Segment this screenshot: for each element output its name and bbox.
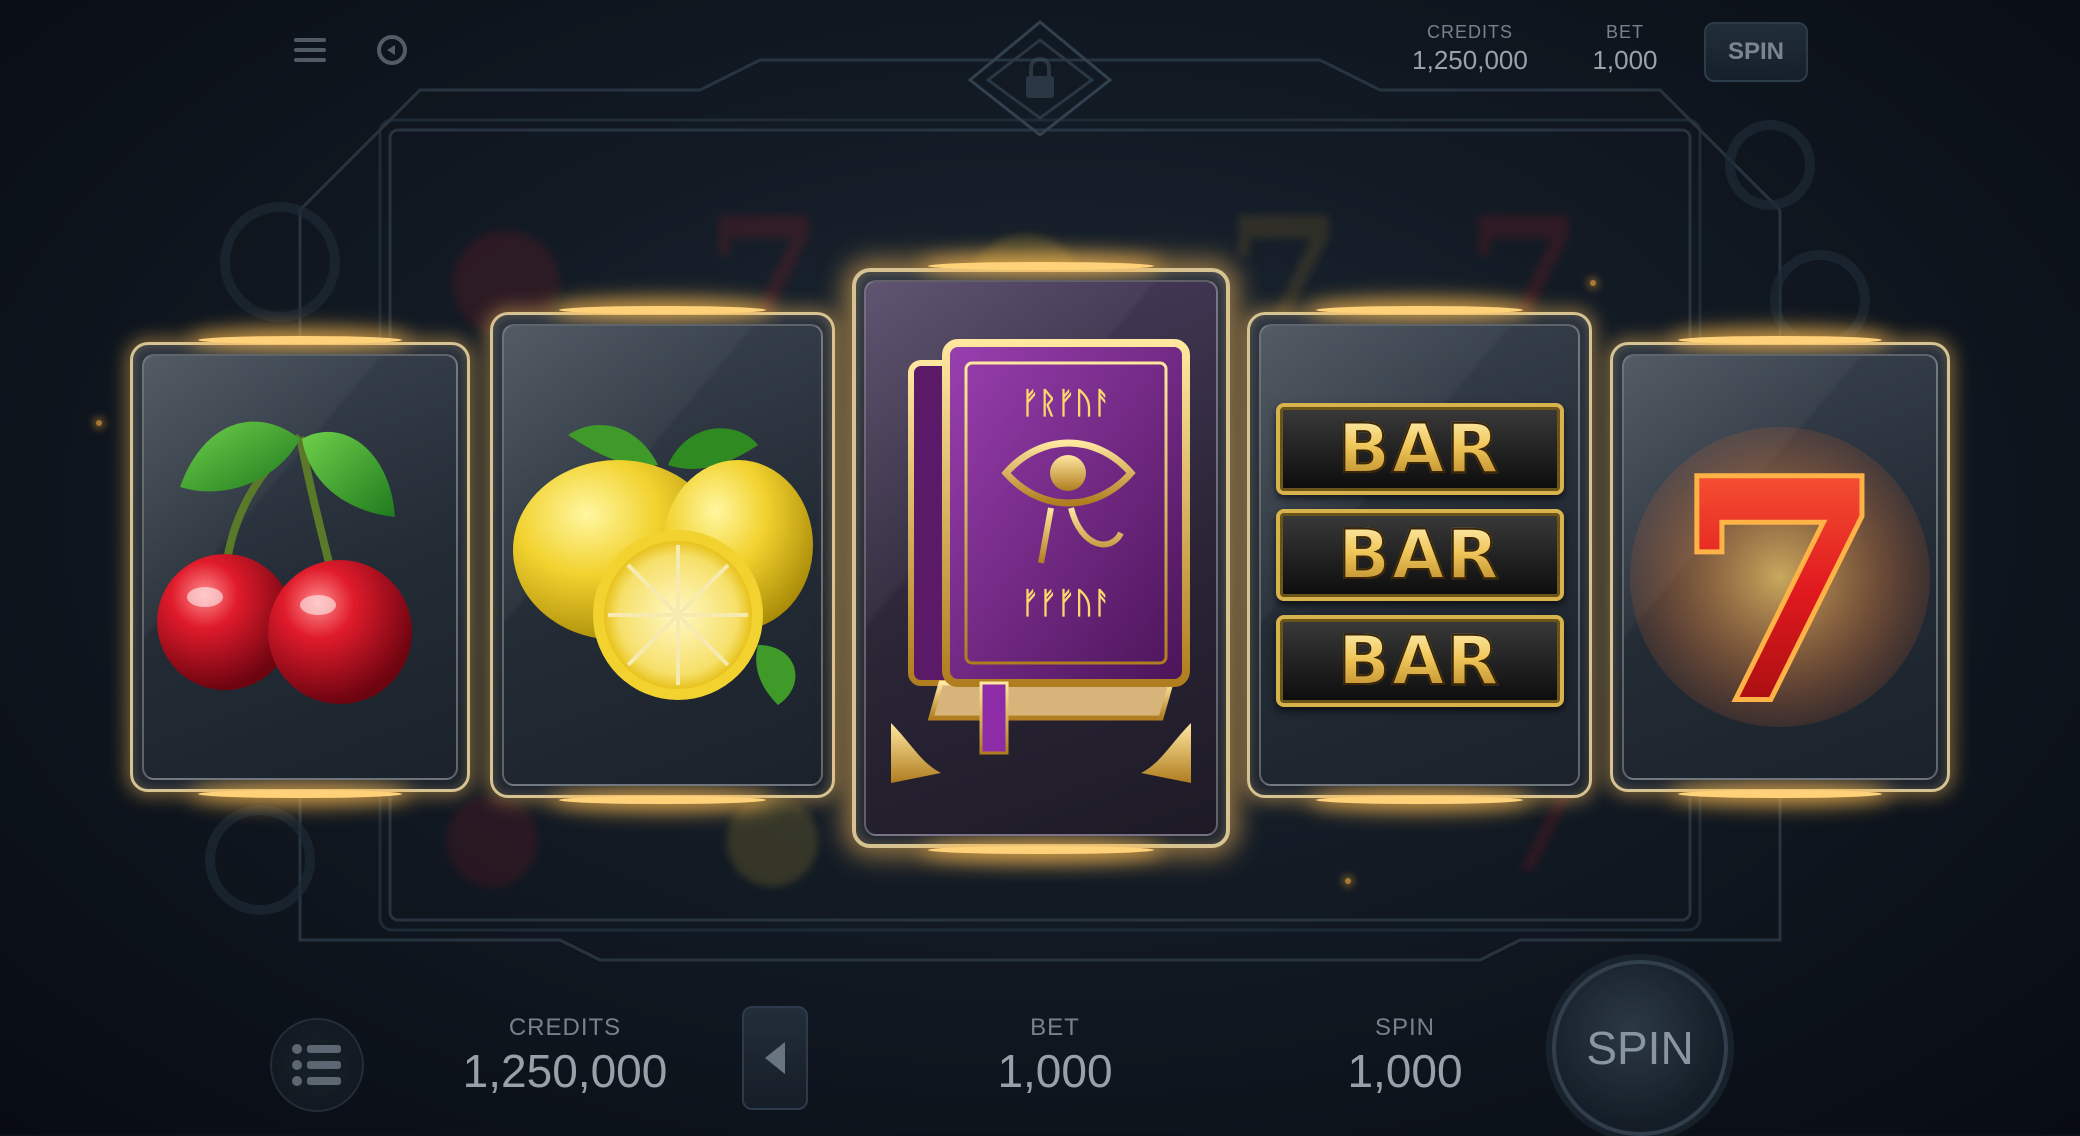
bar-plate-2: BAR	[1275, 509, 1564, 601]
bottom-spin: SPIN 1,000	[1320, 1014, 1490, 1098]
bottom-bet-value: 1,000	[997, 1045, 1113, 1097]
bar-plate-3: BAR	[1275, 615, 1564, 707]
list-icon[interactable]	[270, 1018, 364, 1112]
bar-label-3: BAR	[1337, 621, 1501, 702]
triple-bar-icon: BAR BAR BAR	[1247, 312, 1592, 798]
bar-plate-1: BAR	[1275, 403, 1564, 495]
bar-label-1: BAR	[1337, 409, 1501, 490]
bar-label-2: BAR	[1337, 515, 1501, 596]
bottom-credits-label: CREDITS	[508, 1014, 622, 1041]
top-credits-label: CREDITS	[1426, 22, 1513, 42]
spin-button[interactable]: SPIN	[1552, 960, 1728, 1136]
bottom-bet: BET 1,000	[970, 1014, 1140, 1098]
lemon-icon	[490, 312, 835, 798]
hamburger-icon[interactable]	[292, 32, 328, 68]
reel-2[interactable]	[490, 306, 835, 804]
top-bet-value: 1,000	[1592, 45, 1658, 75]
book-of-runes-icon: ᚠᚱᚠᚢᚨ ᚠᚠᚠᚢᚨ	[852, 268, 1230, 848]
top-hud: CREDITS 1,250,000 BET 1,000 SPIN	[0, 0, 2080, 110]
bottom-bet-label: BET	[1030, 1014, 1080, 1041]
bottom-credits: CREDITS 1,250,000	[440, 1014, 690, 1098]
bottom-credits-value: 1,250,000	[462, 1045, 668, 1097]
reel-5[interactable]: 7	[1610, 336, 1950, 798]
top-bet: BET 1,000	[1580, 22, 1670, 76]
flaming-seven-icon: 7	[1610, 342, 1950, 792]
cherry-icon	[130, 342, 470, 792]
refresh-icon[interactable]	[372, 30, 412, 70]
bottom-spin-value: 1,000	[1347, 1045, 1463, 1097]
reel-1[interactable]	[130, 336, 470, 798]
top-credits: CREDITS 1,250,000	[1400, 22, 1540, 76]
bottom-spin-label: SPIN	[1374, 1014, 1435, 1041]
reel-3[interactable]: ᚠᚱᚠᚢᚨ ᚠᚠᚠᚢᚨ	[852, 262, 1230, 854]
top-bet-label: BET	[1605, 22, 1644, 42]
book-runes-bottom: ᚠᚠᚠᚢᚨ	[1021, 586, 1111, 621]
top-spin-button[interactable]: SPIN	[1704, 22, 1808, 82]
book-runes-top: ᚠᚱᚠᚢᚨ	[1021, 386, 1111, 421]
reel-4[interactable]: BAR BAR BAR	[1247, 306, 1592, 804]
top-credits-value: 1,250,000	[1412, 45, 1528, 75]
seven-text: 7	[1676, 415, 1885, 727]
arrow-left-icon[interactable]	[742, 1006, 808, 1110]
